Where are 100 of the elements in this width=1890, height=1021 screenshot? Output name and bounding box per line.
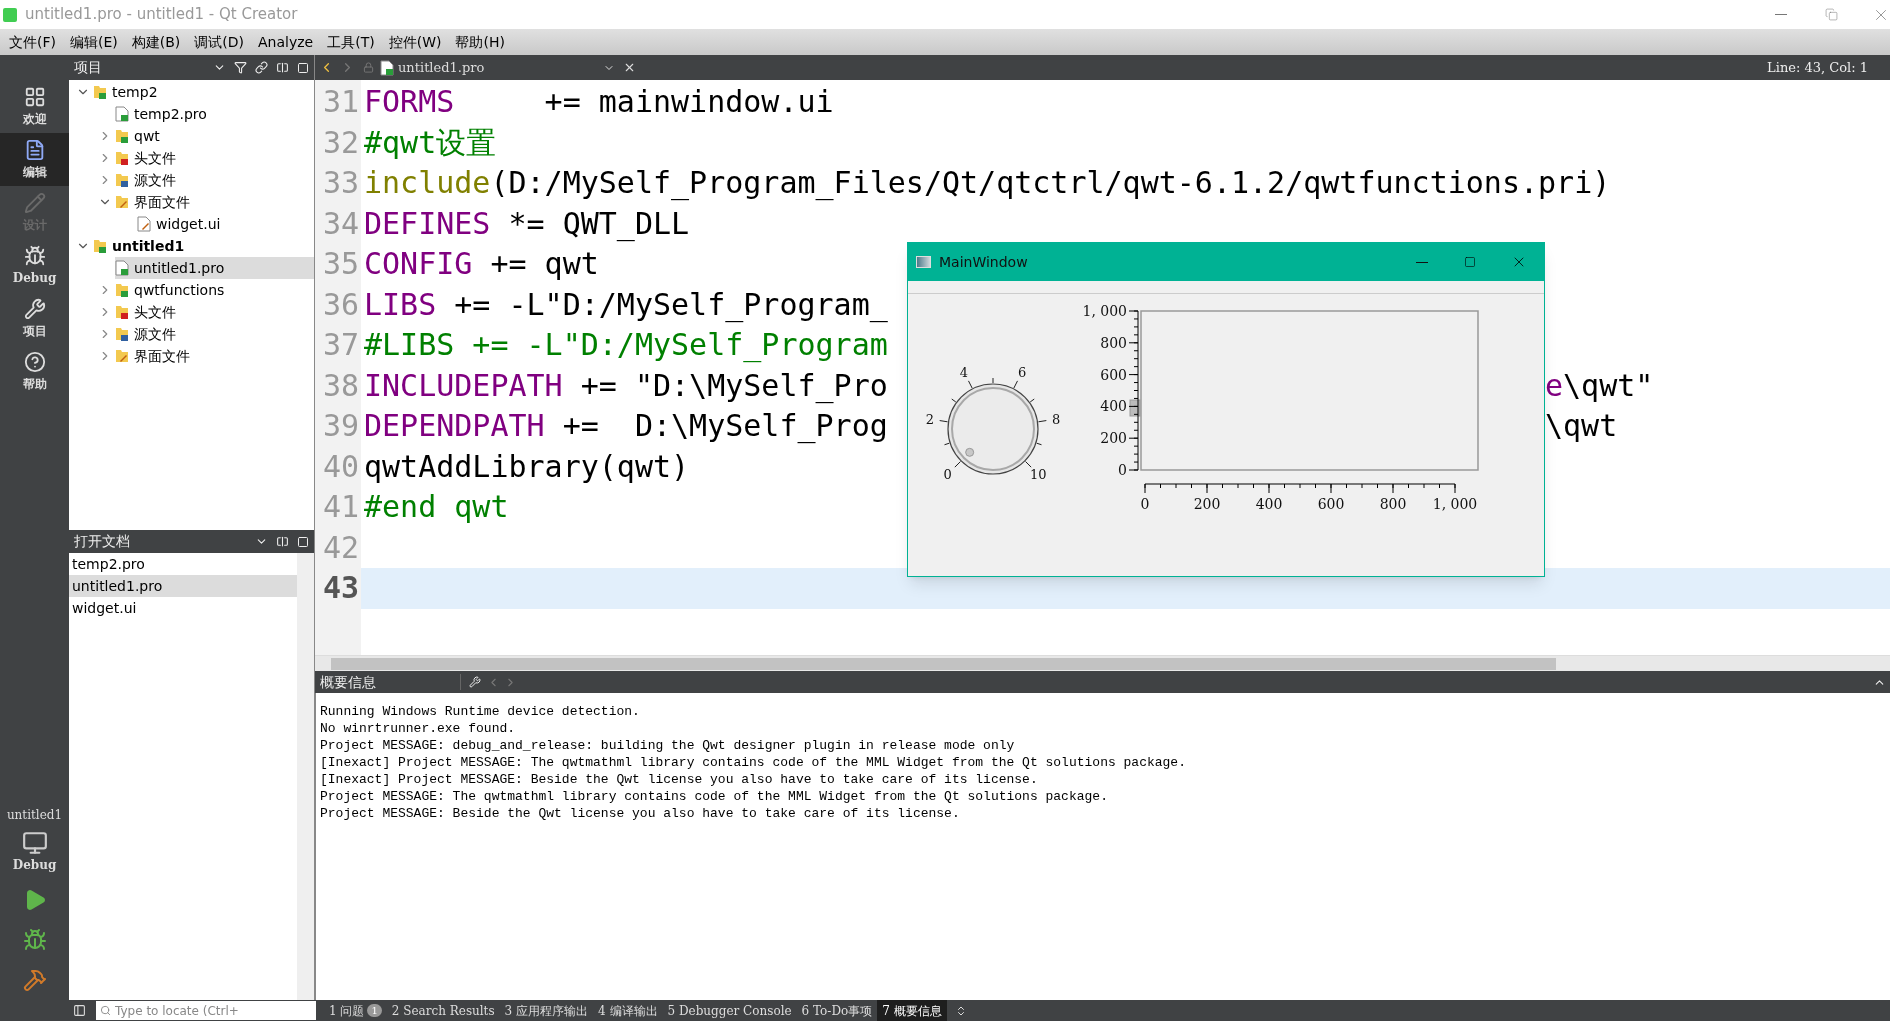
code-line: qwtAddLibrary(qwt) xyxy=(364,447,690,486)
output-pane-button[interactable]: 5 Debugger Console xyxy=(662,1000,797,1021)
x-tick-label: 200 xyxy=(1193,496,1221,512)
open-document-item[interactable]: temp2.pro xyxy=(69,553,297,575)
output-line: [Inexact] Project MESSAGE: Beside the Qwt license you also have to take care of its license. xyxy=(320,771,1039,788)
tree-item[interactable]: 界面文件 xyxy=(115,191,314,213)
document-tab[interactable]: untitled1.pro xyxy=(398,57,603,78)
sidebar-toggle-icon[interactable] xyxy=(73,1004,86,1017)
y-tick-label: 600 xyxy=(1100,366,1127,383)
tree-item[interactable]: 头文件 xyxy=(115,301,314,323)
y-tick-label: 200 xyxy=(1100,430,1127,447)
tree-item-label: 源文件 xyxy=(134,170,176,190)
scrollbar[interactable] xyxy=(297,553,314,1000)
line-number: 37 xyxy=(321,326,360,364)
output-pane-button[interactable]: 1 问题 1 xyxy=(324,1000,387,1021)
mode-button[interactable]: 欢迎 xyxy=(0,80,69,133)
bug-icon xyxy=(22,928,47,952)
dial-pointer xyxy=(965,447,975,457)
close-document-icon[interactable] xyxy=(623,61,636,74)
dial-label: 8 xyxy=(1052,412,1061,427)
split-icon[interactable] xyxy=(276,61,289,74)
tree-item-label: untitled1 xyxy=(112,236,185,256)
line-number: 35 xyxy=(321,245,360,283)
menu-item[interactable]: 工具(T) xyxy=(320,29,382,55)
tree-item[interactable]: qwtfunctions xyxy=(115,279,314,301)
panel-title: 打开文档 xyxy=(74,532,131,551)
menu-item[interactable]: 构建(B) xyxy=(124,29,188,55)
open-document-item[interactable]: widget.ui xyxy=(69,597,297,619)
tree-item[interactable]: untitled1 xyxy=(93,235,314,257)
output-pane-button[interactable]: 4 编译输出 xyxy=(593,1000,663,1021)
tree-item[interactable]: 源文件 xyxy=(115,169,314,191)
tree-item[interactable]: temp2 xyxy=(93,81,314,103)
split-icon[interactable] xyxy=(276,535,289,548)
tree-item-label: 头文件 xyxy=(134,302,176,322)
tree-item-label: 头文件 xyxy=(134,148,176,168)
tree-item-label: qwtfunctions xyxy=(134,280,225,300)
dial-label: 10 xyxy=(1030,467,1047,483)
y-tick-label: 400 xyxy=(1100,398,1127,415)
x-tick-label: 0 xyxy=(1140,496,1150,512)
window-icon xyxy=(916,256,931,268)
panel-title: 项目 xyxy=(74,58,103,77)
code-line: CONFIG += qwt xyxy=(364,245,599,283)
tree-item[interactable]: 源文件 xyxy=(115,323,314,345)
folder-icon xyxy=(115,304,129,320)
restore-icon xyxy=(1824,8,1838,21)
file-icon xyxy=(137,216,151,232)
dial-label: 4 xyxy=(959,365,969,380)
tree-item[interactable]: 头文件 xyxy=(115,147,314,169)
target-project: untitled1 xyxy=(5,807,64,824)
menu-item[interactable]: 调试(D) xyxy=(187,29,251,55)
code-line: \qwt xyxy=(1545,407,1618,445)
tree-item[interactable]: widget.ui xyxy=(137,213,314,235)
tree-item[interactable]: untitled1.pro xyxy=(115,257,314,279)
output-pane-button[interactable]: 2 Search Results xyxy=(386,1000,500,1021)
tree-item[interactable]: temp2.pro xyxy=(115,103,314,125)
output-line: Project MESSAGE: Beside the Qwt license you also have to take care of its license. xyxy=(320,805,961,822)
folder-icon xyxy=(93,84,107,100)
menu-item[interactable]: 编辑(E) xyxy=(63,29,125,55)
window-title: untitled1.pro - untitled1 - Qt Creator xyxy=(25,4,298,26)
bug-icon xyxy=(23,244,46,267)
folder-icon xyxy=(115,150,129,166)
menu-item[interactable]: 控件(W) xyxy=(381,29,449,55)
link-icon[interactable] xyxy=(255,61,268,74)
filter-icon[interactable] xyxy=(234,61,247,74)
mode-button[interactable]: 项目 xyxy=(0,292,69,345)
folder-icon xyxy=(115,194,129,210)
mode-button[interactable]: 编辑 xyxy=(0,133,69,186)
y-tick-label: 800 xyxy=(1100,334,1127,351)
output-line: No winrtrunner.exe found. xyxy=(320,720,517,737)
code-line: LIBS += -L"D:/MySelf_Program_ xyxy=(364,285,888,325)
menu-item[interactable]: 帮助(H) xyxy=(448,29,512,55)
output-pane-button[interactable]: 7 概要信息 xyxy=(877,1000,947,1021)
output-pane-button[interactable]: 3 应用程序输出 xyxy=(499,1000,594,1021)
line-number: 42 xyxy=(321,528,360,567)
app-logo-icon xyxy=(3,7,17,22)
line-number: 41 xyxy=(321,488,360,526)
y-tick-label: 0 xyxy=(1118,462,1127,478)
line-number: 33 xyxy=(321,164,360,202)
kit-selector[interactable]: Debug xyxy=(0,824,69,880)
line-number: 32 xyxy=(321,123,360,162)
line-number: 40 xyxy=(321,447,360,486)
horizontal-scrollbar[interactable] xyxy=(315,655,1890,671)
menu-item[interactable]: 文件(F) xyxy=(2,29,63,55)
tree-item[interactable]: 界面文件 xyxy=(115,345,314,367)
folder-icon xyxy=(115,282,129,298)
locate-field[interactable]: Type to locate (Ctrl+ xyxy=(96,1001,316,1020)
thumb-wheel[interactable] xyxy=(1129,399,1141,417)
open-document-item[interactable]: untitled1.pro xyxy=(69,575,297,597)
dial-label: 6 xyxy=(1017,365,1027,380)
code-line: INCLUDEPATH += "D:\MySelf_Pro xyxy=(364,366,888,406)
tree-item-label: temp2 xyxy=(112,82,158,102)
mode-button[interactable]: Debug xyxy=(0,239,69,292)
menu-item[interactable]: Analyze xyxy=(251,29,321,55)
tree-item[interactable]: qwt xyxy=(115,125,314,147)
line-number: 39 xyxy=(321,407,360,445)
output-pane-button[interactable]: 6 To-Do事项 xyxy=(796,1000,878,1021)
file-icon xyxy=(115,260,129,276)
mode-button[interactable]: 帮助 xyxy=(0,345,69,398)
dial-label: 0 xyxy=(943,467,952,483)
output-line: Project MESSAGE: debug_and_release: building the Qwt designer plugin in release mode only xyxy=(320,737,1016,754)
